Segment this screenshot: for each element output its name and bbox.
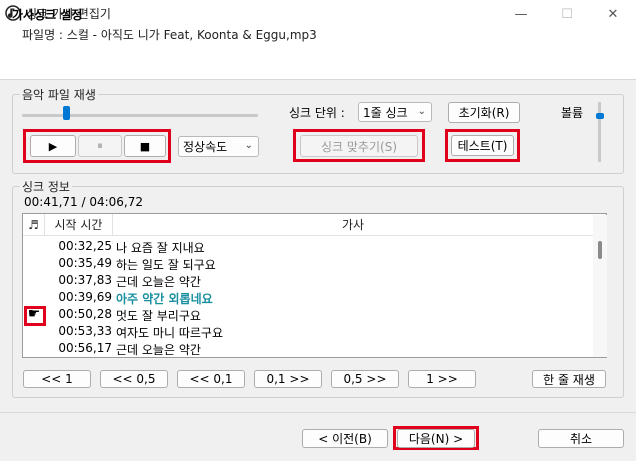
lyric-cell: 근데 오늘은 약간 [116, 343, 201, 357]
start-time-cell: 00:39,69 [58, 290, 112, 304]
playback-group-label: 음악 파일 재생 [20, 86, 98, 103]
file-name-label: 파일명 : 스컬 - 아직도 니가 Feat, Koonta & Eggu,mp… [22, 28, 317, 42]
volume-slider[interactable] [598, 102, 601, 162]
pause-icon: ⏸ [97, 139, 103, 152]
lyric-cell: 멋도 잘 부리구요 [116, 309, 201, 323]
lyric-cell: 여자도 마니 따르구요 [116, 326, 223, 340]
start-time-cell: 00:50,28 [58, 307, 112, 321]
lyrics-table[interactable]: ♬ 시작 시간 가사 00:32,25 나 요즘 잘 지내요 00:35,49 하는 … [22, 213, 607, 358]
page-title: 가사싱크 설정 [12, 8, 83, 22]
table-row[interactable]: ☛ 00:50,28 멋도 잘 부리구요 [23, 306, 593, 323]
fwd-0-5-button[interactable]: 0,5 >> [331, 370, 399, 388]
reset-button[interactable]: 초기화(R) [448, 102, 520, 123]
chevron-down-icon: ⌄ [244, 140, 253, 151]
sync-button[interactable]: 싱크 맞추기(S) [300, 135, 418, 157]
lyric-cell: 나 요즘 잘 지내요 [116, 241, 205, 255]
stop-icon: ■ [139, 139, 151, 153]
footer-divider [0, 412, 636, 413]
table-row[interactable]: 00:37,83 근데 오늘은 약간 [23, 272, 593, 289]
marker-cell [23, 340, 45, 357]
marker-cell [23, 255, 45, 272]
lyrics-scrollbar-thumb[interactable] [598, 241, 602, 259]
seek-slider-thumb[interactable] [63, 106, 71, 120]
time-display: 00:41,71 / 04:06,72 [24, 195, 144, 209]
lyric-cell: 근데 오늘은 약간 [116, 275, 201, 289]
table-row[interactable]: 00:56,17 근데 오늘은 약간 [23, 340, 593, 357]
sync-unit-select[interactable]: 1줄 싱크 ⌄ [358, 102, 432, 122]
start-time-cell: 00:32,25 [58, 239, 112, 253]
pause-button[interactable]: ⏸ [78, 135, 122, 157]
speed-value: 정상속도 [183, 140, 228, 154]
fwd-1-button[interactable]: 1 >> [408, 370, 476, 388]
prev-button[interactable]: < 이전(B) [302, 429, 388, 448]
volume-label: 볼륨 [561, 106, 584, 120]
marker-cell [23, 238, 45, 255]
sync-unit-label: 싱크 단위 : [289, 106, 345, 120]
seek-slider[interactable] [22, 114, 258, 117]
stop-button[interactable]: ■ [124, 135, 166, 157]
sync-info-group-label: 싱크 정보 [20, 178, 72, 195]
table-row[interactable]: 00:53,33 여자도 마니 따르구요 [23, 323, 593, 340]
volume-slider-thumb[interactable] [596, 112, 604, 119]
column-header-start-time[interactable]: 시작 시간 [45, 214, 113, 236]
table-row[interactable]: 00:35,49 하는 일도 잘 되구요 [23, 255, 593, 272]
play-button[interactable]: ▶ [30, 135, 76, 157]
column-header-marker: ♬ [23, 214, 45, 236]
marker-cell [23, 289, 45, 306]
test-button[interactable]: 테스트(T) [451, 135, 514, 156]
maximize-button[interactable]: ☐ [544, 0, 590, 28]
play-icon: ▶ [48, 139, 58, 153]
chevron-down-icon: ⌄ [417, 106, 426, 117]
back-0-1-button[interactable]: << 0,1 [177, 370, 245, 388]
sync-unit-value: 1줄 싱크 [363, 105, 408, 120]
column-header-lyrics[interactable]: 가사 [113, 214, 593, 236]
start-time-cell: 00:56,17 [58, 341, 112, 355]
back-1-button[interactable]: << 1 [23, 370, 91, 388]
start-time-cell: 00:35,49 [58, 256, 112, 270]
back-0-5-button[interactable]: << 0,5 [100, 370, 168, 388]
start-time-cell: 00:37,83 [58, 273, 112, 287]
close-button[interactable]: ✕ [590, 0, 636, 28]
table-row[interactable]: 00:39,69 아주 약간 외롭네요 [23, 289, 593, 306]
lyric-cell: 하는 일도 잘 되구요 [116, 258, 216, 272]
minimize-button[interactable]: — [498, 0, 544, 28]
lyric-cell: 아주 약간 외롭네요 [116, 292, 213, 306]
marker-cell [23, 272, 45, 289]
start-time-cell: 00:53,33 [58, 324, 112, 338]
next-button[interactable]: 다음(N) > [397, 429, 475, 448]
fwd-0-1-button[interactable]: 0,1 >> [254, 370, 322, 388]
speed-select[interactable]: 정상속도 ⌄ [178, 136, 259, 157]
table-row[interactable]: 00:32,25 나 요즘 잘 지내요 [23, 238, 593, 255]
play-line-button[interactable]: 한 줄 재생 [532, 370, 606, 388]
cancel-button[interactable]: 취소 [538, 429, 624, 448]
current-line-highlight-box [24, 306, 46, 326]
lyrics-scrollbar[interactable] [593, 215, 607, 357]
